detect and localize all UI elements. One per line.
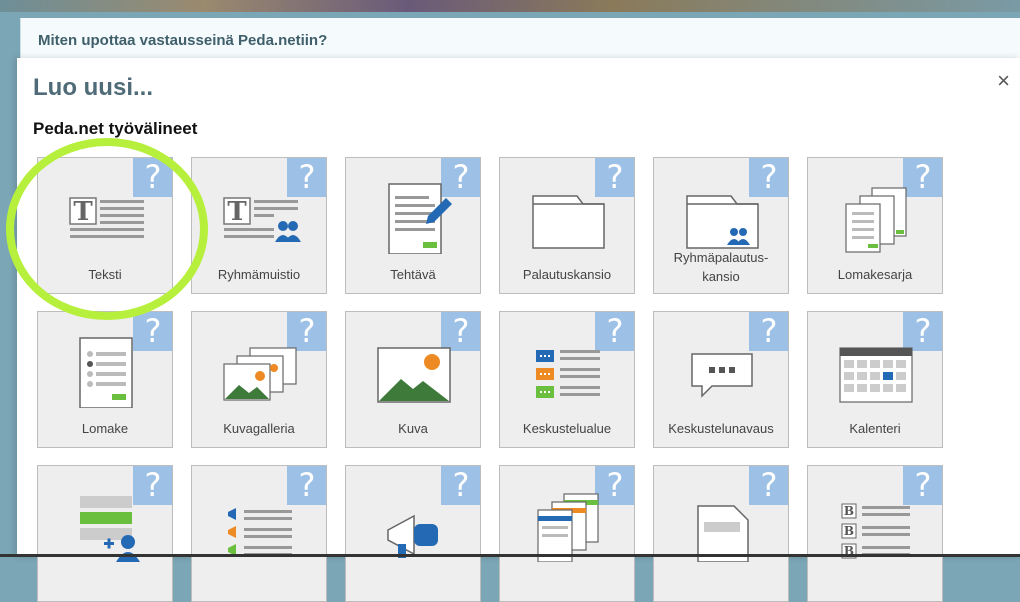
tool-tile-kuva[interactable]: ? Kuva [345, 311, 481, 448]
tile-label [350, 564, 476, 600]
tool-tile-lomake[interactable]: ? Lomake [37, 311, 173, 448]
svg-text:T: T [227, 197, 247, 227]
background-image-strip [0, 0, 1020, 12]
tool-tile-kalenteri[interactable]: ? Kalenteri [807, 311, 943, 448]
tile-label: Tehtävä [390, 266, 436, 282]
image-icon [377, 347, 451, 403]
tile-label: Keskustelunavaus [668, 420, 774, 436]
megaphone-icon [387, 514, 438, 558]
tool-tile-row3-3[interactable]: ? [345, 465, 481, 602]
bold-list-icon: BBB [841, 503, 910, 559]
tool-tile-row3-6[interactable]: ? BBB [807, 465, 943, 602]
group-note-icon: T [223, 197, 301, 242]
group-folder-icon [686, 195, 759, 249]
announcement-list-icon [228, 508, 292, 556]
tile-label: Kuvagalleria [223, 420, 295, 436]
document-icon [697, 505, 749, 562]
tool-tile-palautuskansio[interactable]: ? Palautuskansio [499, 157, 635, 294]
svg-text:B: B [844, 504, 854, 518]
tile-label: Ryhmäpalautus-kansio [673, 250, 769, 284]
tool-tile-teksti[interactable]: ? T Teksti [37, 157, 173, 294]
tile-label: Lomakesarja [837, 266, 913, 282]
task-icon [388, 183, 452, 254]
tile-label: Ryhmämuistio [217, 266, 301, 282]
tool-tile-kuvagalleria[interactable]: ? Kuvagalleria [191, 311, 327, 448]
tool-tile-ryhmapalautuskansio[interactable]: ? Ryhmäpalautus-kansio [653, 157, 789, 294]
tile-label: Kuva [398, 420, 428, 436]
text-icon: T [69, 197, 144, 238]
tile-label: Kalenteri [849, 420, 901, 436]
svg-text:T: T [73, 197, 93, 227]
discussion-icon [691, 353, 753, 398]
close-button[interactable]: × [997, 70, 1010, 92]
tile-label: Lomake [81, 420, 129, 436]
calendar-icon [839, 347, 913, 403]
tile-label: Keskustelualue [522, 420, 612, 436]
tool-tile-row3-1[interactable]: ? [37, 465, 173, 602]
tile-label [812, 564, 938, 600]
tile-label [196, 564, 322, 600]
create-new-dialog: Luo uusi... × Peda.net työvälineet ? T T… [17, 58, 1020, 602]
tile-label [504, 564, 630, 600]
section-title: Peda.net työvälineet [33, 119, 198, 138]
gallery-icon [223, 347, 297, 401]
list-add-user-icon [80, 496, 140, 562]
dialog-title: Luo uusi... [33, 74, 153, 101]
tool-tile-row3-2[interactable]: ? [191, 465, 327, 602]
background-card-title: Miten upottaa vastausseinä Peda.netiin? [38, 32, 328, 49]
tool-tile-ryhmamuistio[interactable]: ? T Ryhmämuistio [191, 157, 327, 294]
tile-label: Teksti [88, 266, 122, 282]
tile-label [658, 564, 784, 600]
tool-tile-lomakesarja[interactable]: ? Lomakesarja [807, 157, 943, 294]
documents-icon [537, 493, 599, 562]
tool-tile-tehtava[interactable]: ? Tehtävä [345, 157, 481, 294]
forum-icon [536, 350, 600, 398]
tool-tile-keskustelualue[interactable]: ? Keskustelualue [499, 311, 635, 448]
svg-text:B: B [844, 524, 854, 538]
tool-tile-keskustelunavaus[interactable]: ? Keskustelunavaus [653, 311, 789, 448]
tile-label: Palautuskansio [522, 266, 612, 282]
tile-label [42, 564, 168, 600]
form-series-icon [845, 187, 907, 253]
tool-tile-row3-5[interactable]: ? [653, 465, 789, 602]
form-icon [79, 337, 133, 408]
tool-tile-row3-4[interactable]: ? [499, 465, 635, 602]
folder-icon [532, 195, 605, 249]
